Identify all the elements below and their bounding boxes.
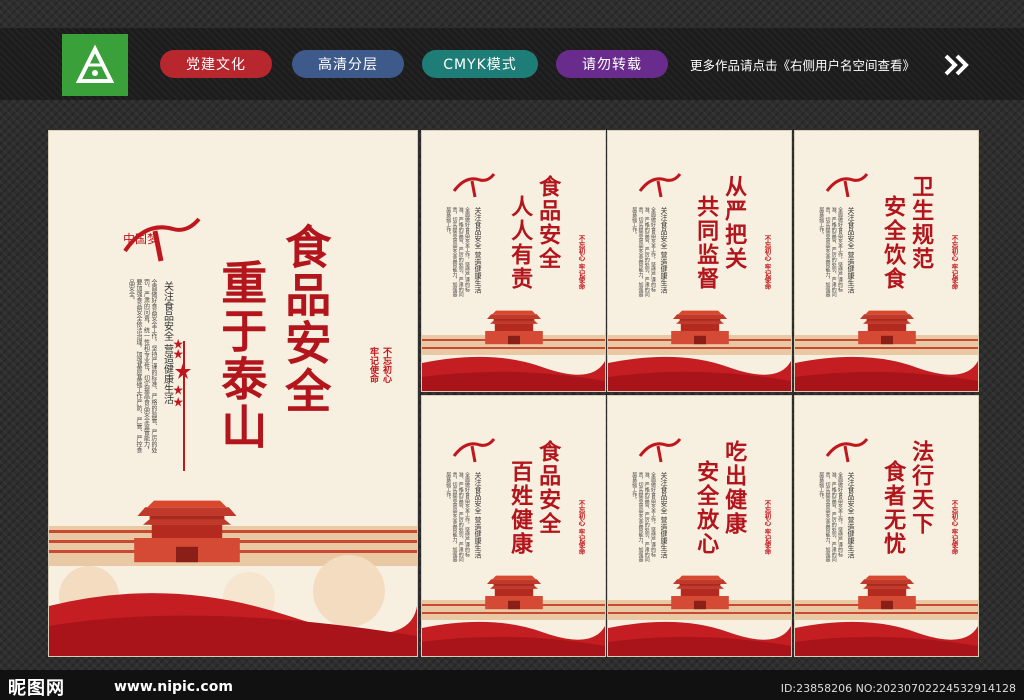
stars-icon	[173, 339, 191, 407]
main-title-col2: 重于泰山	[214, 259, 269, 451]
small-title-col2: 人人有责	[507, 195, 534, 291]
tag-party-culture[interactable]: 党建文化	[160, 50, 272, 78]
small-poster-4: 全面做好食品安全工作，坚持严谨的标准、严格的监管、严厉的处罚、严肃的问责，切实提…	[421, 395, 606, 657]
small-poster-1: 全面做好食品安全工作，坚持严谨的标准、严格的监管、严厉的处罚、严肃的问责，切实提…	[421, 130, 606, 392]
small-body-text: 全面做好食品安全工作，坚持严谨的标准、严格的监管、严厉的处罚、严肃的问责，切实提…	[818, 207, 843, 297]
motto-part-2: 牢记使命	[368, 347, 378, 383]
china-dream-emblem-icon	[452, 173, 496, 198]
small-poster-6: 全面做好食品安全工作，坚持严谨的标准、严格的监管、严厉的处罚、严肃的问责，切实提…	[794, 395, 979, 657]
china-dream-emblem-icon	[825, 438, 869, 463]
small-body-text: 全面做好食品安全工作，坚持严谨的标准、严格的监管、严厉的处罚、严肃的问责，切实提…	[631, 207, 656, 297]
gate-scene-illustration	[422, 310, 605, 391]
small-title-col2: 食者无忧	[880, 460, 907, 556]
small-body-text: 全面做好食品安全工作，坚持严谨的标准、严格的监管、严厉的处罚、严肃的问责，切实提…	[631, 472, 656, 562]
small-body-text: 全面做好食品安全工作，坚持严谨的标准、严格的监管、严厉的处罚、严肃的问责，切实提…	[445, 207, 470, 297]
tag-no-repost[interactable]: 请勿转载	[556, 50, 668, 78]
china-dream-emblem-icon	[638, 173, 682, 198]
main-motto: 不忘初心 牢记使命	[367, 347, 393, 387]
tag-hd-layers[interactable]: 高清分层	[292, 50, 404, 78]
china-dream-emblem-icon: 中国梦	[123, 217, 201, 262]
main-title-col1: 食品安全	[278, 223, 333, 415]
motto-part-1: 不忘初心	[381, 347, 391, 383]
small-poster-3: 全面做好食品安全工作，坚持严谨的标准、严格的监管、严厉的处罚、严肃的问责，切实提…	[794, 130, 979, 392]
small-title-col2: 共同监督	[693, 195, 720, 291]
small-motto: 不忘初心 牢记使命	[577, 235, 585, 290]
watermark-url: www.nipic.com	[114, 679, 233, 695]
site-logo[interactable]	[62, 34, 128, 96]
gate-scene-illustration	[49, 500, 417, 656]
small-poster-5: 全面做好食品安全工作，坚持严谨的标准、严格的监管、严厉的处罚、严肃的问责，切实提…	[607, 395, 792, 657]
small-motto: 不忘初心 牢记使命	[577, 500, 585, 555]
svg-text:中国梦: 中国梦	[123, 231, 159, 246]
small-title-col1: 食品安全	[535, 440, 562, 536]
double-arrow-icon[interactable]	[944, 54, 970, 76]
watermark-id: ID:23858206 NO:20230702224532914128	[780, 682, 1016, 695]
china-dream-emblem-icon	[452, 438, 496, 463]
pen-logo-icon	[75, 44, 115, 83]
gate-scene-illustration	[608, 310, 791, 391]
main-poster: 中国梦 全面做好食品安全工作，坚持严谨的标准、严格的监管、严厉的处罚、严肃的问责…	[48, 130, 418, 657]
small-motto: 不忘初心 牢记使命	[763, 500, 771, 555]
china-dream-emblem-icon	[638, 438, 682, 463]
small-motto: 不忘初心 牢记使命	[763, 235, 771, 290]
small-motto: 不忘初心 牢记使命	[950, 235, 958, 290]
small-body-text: 全面做好食品安全工作，坚持严谨的标准、严格的监管、严厉的处罚、严肃的问责，切实提…	[818, 472, 843, 562]
small-body-text: 全面做好食品安全工作，坚持严谨的标准、严格的监管、严厉的处罚、严肃的问责，切实提…	[445, 472, 470, 562]
gate-scene-illustration	[608, 575, 791, 656]
small-title-col1: 吃出健康	[721, 440, 748, 536]
small-title-col1: 法行天下	[908, 440, 935, 536]
more-works-link[interactable]: 更多作品请点击《右侧用户名空间查看》	[690, 55, 915, 74]
small-title-col2: 百姓健康	[507, 460, 534, 556]
small-motto: 不忘初心 牢记使命	[950, 500, 958, 555]
small-title-col1: 从严把关	[721, 175, 748, 271]
gate-scene-illustration	[422, 575, 605, 656]
small-title-col1: 食品安全	[535, 175, 562, 271]
gate-scene-illustration	[795, 310, 978, 391]
watermark-logo: 昵图网	[8, 678, 65, 699]
small-title-col1: 卫生规范	[908, 175, 935, 271]
small-poster-2: 全面做好食品安全工作，坚持严谨的标准、严格的监管、严厉的处罚、严肃的问责，切实提…	[607, 130, 792, 392]
tag-cmyk-mode[interactable]: CMYK模式	[422, 50, 538, 78]
small-title-col2: 安全饮食	[880, 195, 907, 291]
small-title-col2: 安全放心	[693, 460, 720, 556]
main-body-text: 全面做好食品安全工作，坚持严谨的标准、严格的监管、严厉的处罚、严肃的问责，统一性…	[127, 279, 158, 453]
china-dream-emblem-icon	[825, 173, 869, 198]
gate-scene-illustration	[795, 575, 978, 656]
